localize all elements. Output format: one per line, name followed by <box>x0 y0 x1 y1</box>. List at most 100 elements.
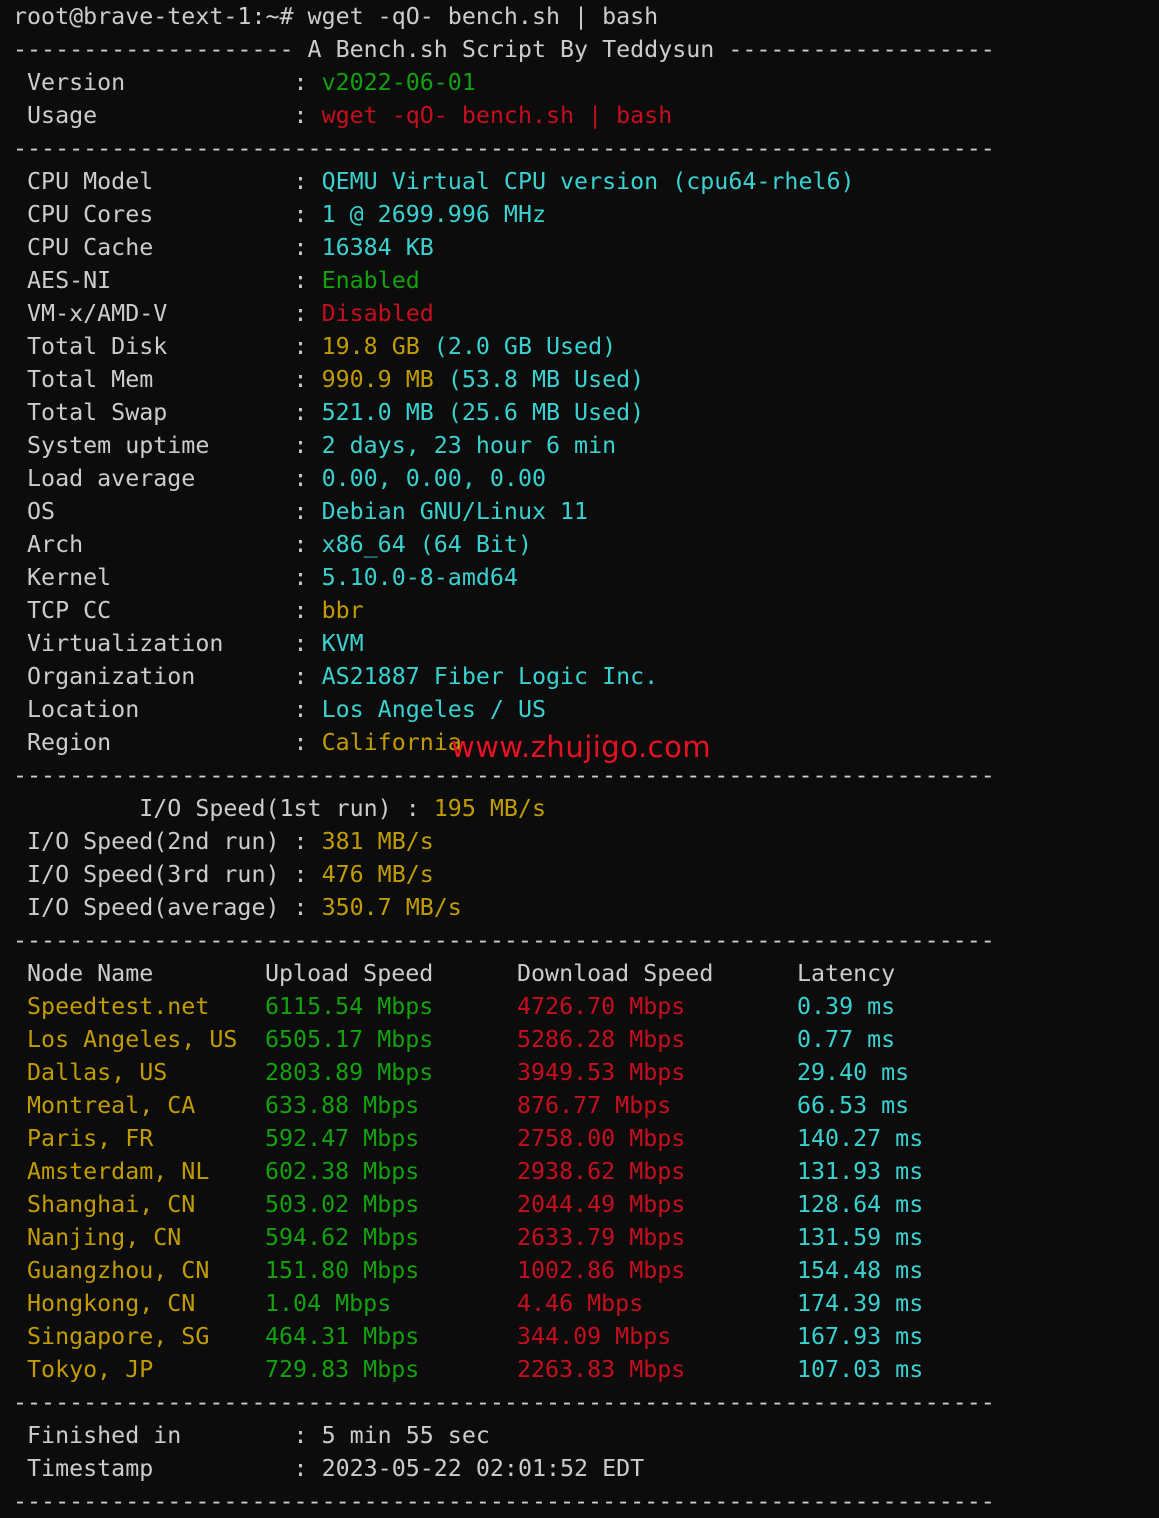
node-name: Tokyo, JP <box>13 1356 154 1383</box>
finished-label: Finished in : <box>13 1422 322 1449</box>
speed-table: Speedtest.net 6115.54 Mbps 4726.70 Mbps 0.3… <box>13 990 995 1386</box>
speed-row: Shanghai, CN 503.02 Mbps 2044.49 Mbps 128.6… <box>13 1188 995 1221</box>
finished-row: Finished in : 5 min 55 sec <box>13 1419 995 1452</box>
sysinfo-value: 19.8 GB <box>321 333 420 360</box>
separator-line: ----------------------------------------… <box>13 1389 995 1416</box>
latency: 140.27 ms <box>797 1125 924 1152</box>
io-speed-label: I/O Speed(2nd run) : <box>13 828 322 855</box>
node-name: Los Angeles, US <box>13 1026 238 1053</box>
sysinfo-value: 16384 KB <box>321 234 434 261</box>
sysinfo-label: CPU Cores : <box>13 201 322 228</box>
command-prompt: root@brave-text-1:~# wget -qO- bench.sh … <box>13 3 659 30</box>
sysinfo-row: Organization : AS21887 Fiber Logic Inc. <box>13 660 995 693</box>
sysinfo-row: Arch : x86_64 (64 Bit) <box>13 528 995 561</box>
io-speed-label: I/O Speed(3rd run) : <box>13 861 322 888</box>
sysinfo-value: 0.00, 0.00, 0.00 <box>321 465 546 492</box>
sysinfo-value: 1 @ 2699.996 MHz <box>321 201 546 228</box>
sysinfo-row: Load average : 0.00, 0.00, 0.00 <box>13 462 995 495</box>
upload-speed: 503.02 Mbps <box>265 1191 420 1218</box>
io-speed-value: 476 MB/s <box>321 861 434 888</box>
io-speed-row: I/O Speed(1st run) : 195 MB/s <box>13 792 995 825</box>
speed-row: Singapore, SG 464.31 Mbps 344.09 Mbps 167.9… <box>13 1320 995 1353</box>
node-name: Dallas, US <box>13 1059 168 1086</box>
download-speed: 2938.62 Mbps <box>517 1158 686 1185</box>
upload-speed: 729.83 Mbps <box>265 1356 420 1383</box>
version-row: Version : v2022-06-01 <box>13 66 995 99</box>
sysinfo-value: California <box>321 729 462 756</box>
upload-speed: 592.47 Mbps <box>265 1125 420 1152</box>
separator-line: ----------------------------------------… <box>13 927 995 954</box>
sysinfo-label: CPU Cache : <box>13 234 322 261</box>
node-name: Hongkong, CN <box>13 1290 196 1317</box>
node-name: Singapore, SG <box>13 1323 210 1350</box>
sysinfo-label: AES-NI : <box>13 267 322 294</box>
io-speed-value: 350.7 MB/s <box>321 894 462 921</box>
upload-speed: 633.88 Mbps <box>265 1092 420 1119</box>
sysinfo-value: Enabled <box>321 267 420 294</box>
sysinfo-label: OS : <box>13 498 322 525</box>
sysinfo-row: CPU Cache : 16384 KB <box>13 231 995 264</box>
download-speed: 2633.79 Mbps <box>517 1224 686 1251</box>
sysinfo-value: KVM <box>321 630 364 657</box>
sysinfo-value-detail: (53.8 MB Used) <box>433 366 645 393</box>
speed-row: Speedtest.net 6115.54 Mbps 4726.70 Mbps 0.3… <box>13 990 995 1023</box>
sysinfo-row: Virtualization : KVM <box>13 627 995 660</box>
io-speed-row: I/O Speed(average) : 350.7 MB/s <box>13 891 995 924</box>
node-name: Speedtest.net <box>13 993 210 1020</box>
version-label: Version : <box>13 69 322 96</box>
node-name-header: Node Name <box>13 960 154 987</box>
watermark: www.zhujigo.com <box>451 730 712 764</box>
sysinfo-row: VM-x/AMD-V : Disabled <box>13 297 995 330</box>
usage-row: Usage : wget -qO- bench.sh | bash <box>13 99 995 132</box>
download-speed: 2044.49 Mbps <box>517 1191 686 1218</box>
io-speed-label: I/O Speed(average) : <box>13 894 322 921</box>
upload-speed: 602.38 Mbps <box>265 1158 420 1185</box>
sysinfo-label: Kernel : <box>13 564 322 591</box>
download-speed: 1002.86 Mbps <box>517 1257 686 1284</box>
latency: 174.39 ms <box>797 1290 924 1317</box>
sysinfo-label: CPU Model : <box>13 168 322 195</box>
sysinfo-value: Los Angeles / US <box>321 696 546 723</box>
node-name: Guangzhou, CN <box>13 1257 210 1284</box>
speed-row: Hongkong, CN 1.04 Mbps 4.46 Mbps 174.39 ms <box>13 1287 995 1320</box>
sysinfo-value: AS21887 Fiber Logic Inc. <box>321 663 659 690</box>
speed-row: Guangzhou, CN 151.80 Mbps 1002.86 Mbps 154.… <box>13 1254 995 1287</box>
latency: 131.93 ms <box>797 1158 924 1185</box>
speed-row: Amsterdam, NL 602.38 Mbps 2938.62 Mbps 131.… <box>13 1155 995 1188</box>
io-speed-value: 381 MB/s <box>321 828 434 855</box>
latency: 154.48 ms <box>797 1257 924 1284</box>
sysinfo-value: x86_64 (64 Bit) <box>321 531 532 558</box>
speed-row: Paris, FR 592.47 Mbps 2758.00 Mbps 140.27 m… <box>13 1122 995 1155</box>
latency-header: Latency <box>797 960 896 987</box>
download-speed: 5286.28 Mbps <box>517 1026 686 1053</box>
io-speed-label: I/O Speed(1st run) : <box>13 795 434 822</box>
download-speed: 2758.00 Mbps <box>517 1125 686 1152</box>
sysinfo-value: Disabled <box>321 300 434 327</box>
sysinfo-row: Total Mem : 990.9 MB (53.8 MB Used) <box>13 363 995 396</box>
latency: 66.53 ms <box>797 1092 910 1119</box>
finished-value: 5 min 55 sec <box>321 1422 490 1449</box>
sysinfo-row: Kernel : 5.10.0-8-amd64 <box>13 561 995 594</box>
sysinfo-row: OS : Debian GNU/Linux 11 <box>13 495 995 528</box>
sysinfo-label: Total Disk : <box>13 333 322 360</box>
latency: 107.03 ms <box>797 1356 924 1383</box>
speed-row: Nanjing, CN 594.62 Mbps 2633.79 Mbps 131.59… <box>13 1221 995 1254</box>
timestamp-value: 2023-05-22 02:01:52 EDT <box>321 1455 645 1482</box>
io-speed-row: I/O Speed(3rd run) : 476 MB/s <box>13 858 995 891</box>
separator-line: ----------------------------------------… <box>13 135 995 162</box>
sysinfo-value-detail: (2.0 GB Used) <box>419 333 617 360</box>
upload-speed: 6115.54 Mbps <box>265 993 434 1020</box>
upload-speed: 2803.89 Mbps <box>265 1059 434 1086</box>
sysinfo-label: Total Mem : <box>13 366 322 393</box>
sysinfo-value: 5.10.0-8-amd64 <box>321 564 518 591</box>
version-value: v2022-06-01 <box>321 69 476 96</box>
usage-label: Usage : <box>13 102 322 129</box>
latency: 131.59 ms <box>797 1224 924 1251</box>
latency: 167.93 ms <box>797 1323 924 1350</box>
node-name: Shanghai, CN <box>13 1191 196 1218</box>
sysinfo-value: Debian GNU/Linux 11 <box>321 498 589 525</box>
download-speed: 4726.70 Mbps <box>517 993 686 1020</box>
io-speed-row: I/O Speed(2nd run) : 381 MB/s <box>13 825 995 858</box>
sysinfo-label: Region : <box>13 729 322 756</box>
upload-speed: 151.80 Mbps <box>265 1257 420 1284</box>
